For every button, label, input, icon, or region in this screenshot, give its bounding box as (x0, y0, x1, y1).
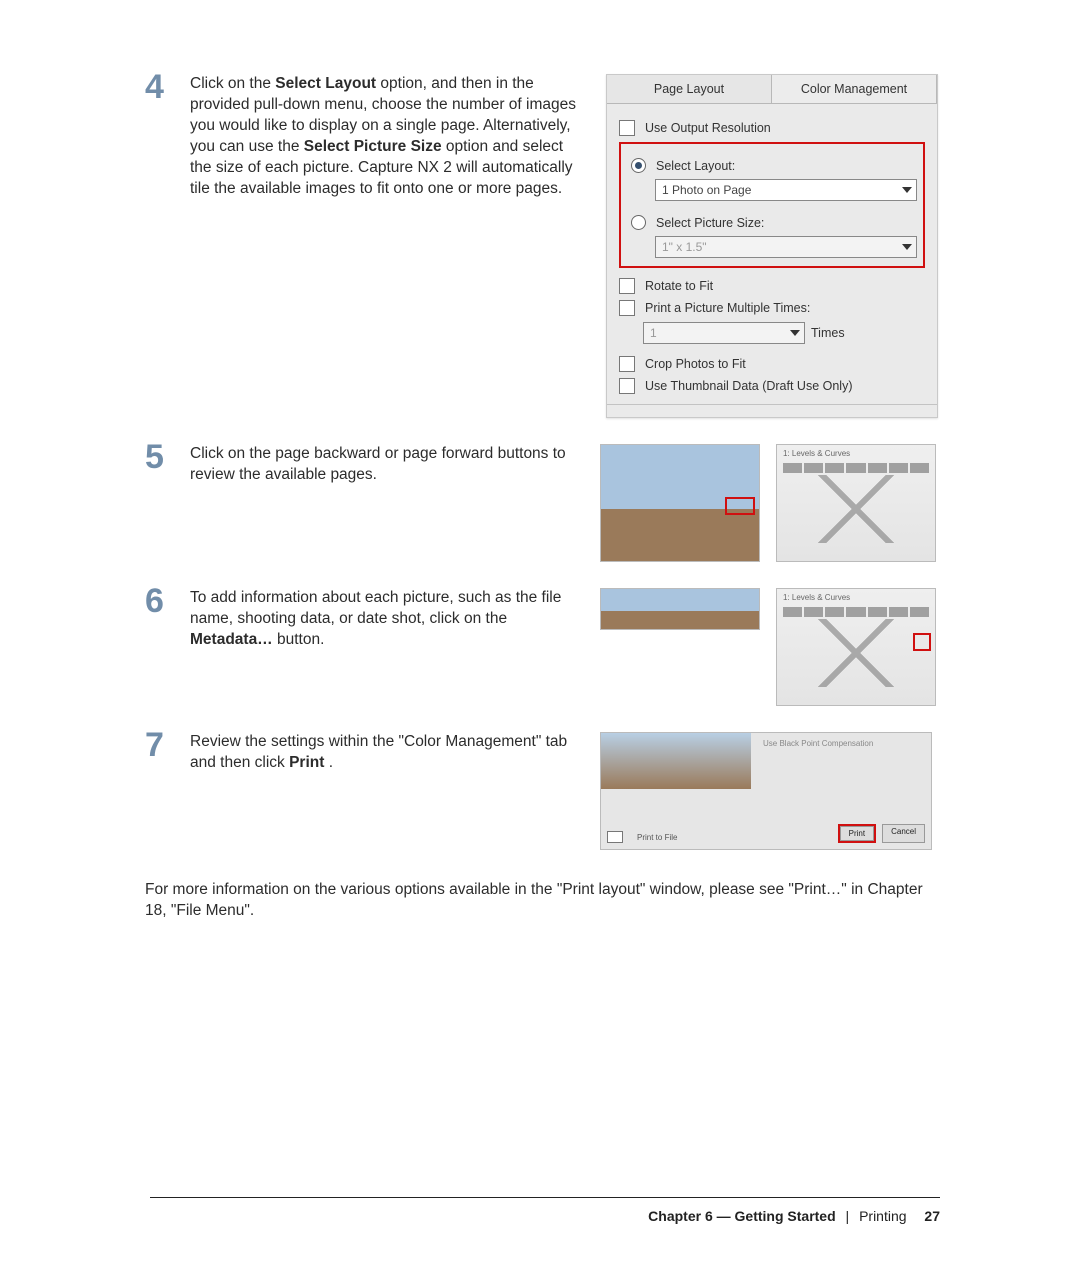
dropdown-select-layout[interactable]: 1 Photo on Page (655, 179, 917, 201)
row-use-output-resolution: Use Output Resolution (619, 120, 925, 136)
row-crop-to-fit: Crop Photos to Fit (619, 356, 925, 372)
divider (607, 404, 937, 405)
highlight-page-nav (725, 497, 755, 515)
highlight-white-point (913, 633, 931, 651)
text: To add information about each picture, s… (190, 589, 561, 627)
footer-section: Printing (859, 1208, 906, 1224)
tab-page-layout[interactable]: Page Layout (607, 75, 772, 103)
row-rotate-to-fit: Rotate to Fit (619, 278, 925, 294)
text: Review the settings within the "Color Ma… (190, 733, 567, 771)
radio-select-picture-size[interactable] (631, 215, 646, 230)
label: Use Thumbnail Data (Draft Use Only) (645, 379, 852, 393)
highlight-print-button: Print (838, 824, 876, 843)
row-print-multiple: Print a Picture Multiple Times: (619, 300, 925, 316)
footer-rule (150, 1197, 940, 1198)
text: button. (277, 631, 324, 648)
step-text: To add information about each picture, s… (190, 588, 580, 651)
screenshot-thumbnail-preview (600, 588, 760, 630)
checkbox-use-thumbnail[interactable] (619, 378, 635, 394)
step-number: 4 (145, 70, 190, 104)
label: Times (811, 326, 845, 340)
dropdown-value: 1 Photo on Page (662, 183, 751, 197)
step-text: Click on the Select Layout option, and t… (190, 74, 580, 200)
dropdown-value: 1 (650, 326, 657, 340)
label: Print to File (637, 833, 677, 842)
curve-icon (783, 475, 929, 543)
manual-page: 4 Click on the Select Layout option, and… (0, 0, 1080, 1270)
label: Rotate to Fit (645, 279, 713, 293)
step-5: 5 Click on the page backward or page for… (145, 444, 940, 562)
step-number: 7 (145, 728, 190, 762)
step6-figure: 1: Levels & Curves (600, 588, 940, 706)
screenshot-levels-curves: 1: Levels & Curves (776, 588, 936, 706)
step7-figure: Use Black Point Compensation Print to Fi… (600, 732, 940, 850)
row-use-thumbnail: Use Thumbnail Data (Draft Use Only) (619, 378, 925, 394)
label: Select Layout: (656, 159, 735, 173)
dropdown-value: 1" x 1.5" (662, 240, 707, 254)
chevron-down-icon (902, 244, 912, 250)
bold: Select Picture Size (304, 138, 442, 155)
label: Use Output Resolution (645, 121, 771, 135)
step-6: 6 To add information about each picture,… (145, 588, 940, 706)
footer-divider: | (846, 1208, 850, 1224)
step-7: 7 Review the settings within the "Color … (145, 732, 940, 850)
cancel-button[interactable]: Cancel (882, 824, 925, 843)
curve-icon (783, 619, 929, 687)
bold: Print (289, 754, 324, 771)
page-footer: Chapter 6 — Getting Started | Printing 2… (648, 1208, 940, 1224)
screenshot-levels-curves: 1: Levels & Curves (776, 444, 936, 562)
footer-chapter: Chapter 6 — Getting Started (648, 1208, 835, 1224)
chevron-down-icon (902, 187, 912, 193)
checkbox-print-to-file[interactable] (607, 831, 623, 843)
step4-figure: Page Layout Color Management Use Output … (600, 74, 940, 418)
label: Print a Picture Multiple Times: (645, 301, 810, 315)
content-area: 4 Click on the Select Layout option, and… (0, 0, 1080, 922)
row-times: 1 Times (643, 322, 925, 344)
dropdown-select-picture-size[interactable]: 1" x 1.5" (655, 236, 917, 258)
panel-caption: 1: Levels & Curves (783, 449, 850, 458)
print-button[interactable]: Print (840, 826, 874, 841)
radio-select-layout[interactable] (631, 158, 646, 173)
checkbox-rotate-to-fit[interactable] (619, 278, 635, 294)
label: Crop Photos to Fit (645, 357, 746, 371)
step-text: Review the settings within the "Color Ma… (190, 732, 580, 774)
row-select-layout: Select Layout: (631, 158, 913, 173)
closing-paragraph: For more information on the various opti… (145, 880, 935, 922)
dialog-buttons: Print Cancel (838, 824, 925, 843)
label: Select Picture Size: (656, 216, 764, 230)
chevron-down-icon (790, 330, 800, 336)
step-number: 5 (145, 440, 190, 474)
footer-page-number: 27 (924, 1208, 940, 1224)
step-number: 6 (145, 584, 190, 618)
bold: Select Layout (275, 75, 376, 92)
bold: Metadata… (190, 631, 273, 648)
screenshot-thumbnail-preview (600, 444, 760, 562)
step-4: 4 Click on the Select Layout option, and… (145, 74, 940, 418)
checkbox-print-multiple[interactable] (619, 300, 635, 316)
screenshot-print-dialog: Use Black Point Compensation Print to Fi… (600, 732, 932, 850)
step-text: Click on the page backward or page forwa… (190, 444, 580, 486)
photo-icon (601, 733, 751, 789)
tab-color-management[interactable]: Color Management (772, 75, 937, 103)
checkbox-crop-to-fit[interactable] (619, 356, 635, 372)
highlight-select-options: Select Layout: 1 Photo on Page Select Pi… (619, 142, 925, 268)
panel-caption: 1: Levels & Curves (783, 593, 850, 602)
checkbox-use-output-resolution[interactable] (619, 120, 635, 136)
page-layout-panel: Page Layout Color Management Use Output … (606, 74, 938, 418)
row-print-to-file: Print to File (607, 831, 677, 843)
step5-figure: 1: Levels & Curves (600, 444, 940, 562)
row-select-picture-size: Select Picture Size: (631, 215, 913, 230)
text: Click on the (190, 75, 275, 92)
text: . (329, 754, 333, 771)
panel-tabs: Page Layout Color Management (607, 75, 937, 104)
panel-body: Use Output Resolution Select Layout: 1 P… (607, 104, 937, 417)
label: Use Black Point Compensation (763, 739, 873, 748)
dropdown-times[interactable]: 1 (643, 322, 805, 344)
